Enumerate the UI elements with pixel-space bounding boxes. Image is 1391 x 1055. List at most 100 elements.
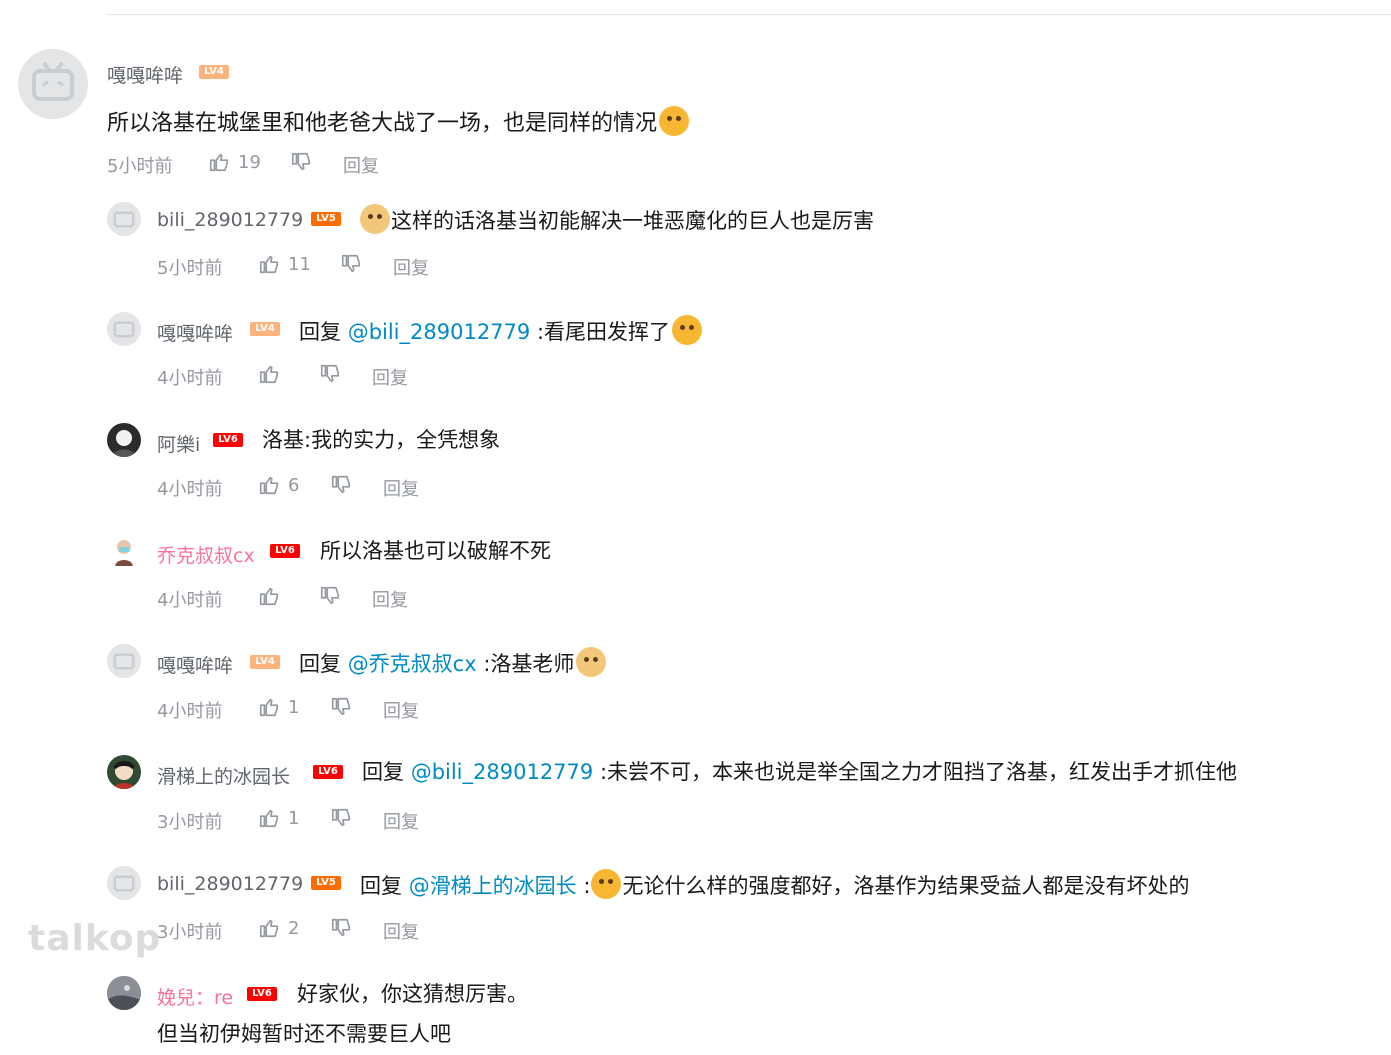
username[interactable]: 滑梯上的冰园长 (157, 762, 290, 789)
tv-icon (113, 653, 135, 670)
username[interactable]: bili_289012779 (157, 873, 303, 895)
reply-button[interactable]: 回复 (383, 808, 419, 834)
avatar-default-tv[interactable] (107, 312, 141, 346)
tv-icon (113, 321, 135, 338)
like-icon[interactable] (208, 151, 230, 173)
reply-text: 好家伙，你这猜想厉害。 (297, 980, 528, 1008)
user-photo-icon (107, 976, 141, 1010)
mention-link[interactable]: @bili_289012779 (411, 760, 594, 784)
like-count: 1 (288, 808, 300, 829)
dislike-icon[interactable] (330, 807, 352, 829)
mention-sep: : (576, 874, 591, 898)
reply-text-line2: 但当初伊姆暂时还不需要巨人吧 (157, 1022, 451, 1046)
level-badge: LV6 (247, 987, 277, 1001)
username[interactable]: 娩兒：re (157, 983, 233, 1010)
timestamp: 5小时前 (107, 156, 173, 177)
dislike-icon[interactable] (319, 363, 341, 385)
user-photo-icon (113, 761, 135, 789)
like-icon[interactable] (258, 474, 280, 496)
reply-body: 看尾田发挥了 (544, 320, 671, 344)
emoji-icon (591, 869, 622, 899)
dislike-icon[interactable] (340, 253, 362, 275)
tv-icon (32, 61, 74, 101)
avatar-user[interactable] (107, 534, 141, 568)
reply-text: 回复 @bili_289012779 :未尝不可，本来也说是举全国之力才阻挡了洛… (362, 758, 1237, 786)
reply-text: 这样的话洛基当初能解决一堆恶魔化的巨人也是厉害 (360, 204, 874, 235)
avatar-default-tv[interactable] (107, 202, 141, 236)
reply-body: 未尝不可，本来也说是举全国之力才阻挡了洛基，红发出手才抓住他 (607, 760, 1238, 784)
level-badge: LV6 (213, 433, 243, 447)
level-badge: LV4 (250, 655, 280, 669)
timestamp: 4小时前 (157, 701, 223, 722)
reply-body: 洛基:我的实力，全凭想象 (262, 428, 501, 452)
reply-text: 所以洛基也可以破解不死 (320, 537, 551, 565)
divider (106, 14, 1391, 15)
reply-button[interactable]: 回复 (383, 918, 419, 944)
username[interactable]: 嘎嘎哞哞 (107, 61, 183, 88)
dislike-icon[interactable] (330, 696, 352, 718)
reply-body: 无论什么样的强度都好，洛基作为结果受益人都是没有坏处的 (622, 874, 1190, 898)
like-count: 1 (288, 697, 300, 718)
watermark: talkop (28, 918, 162, 959)
reply-text: 洛基:我的实力，全凭想象 (262, 426, 500, 454)
reply-prefix: 回复 (299, 652, 348, 676)
reply-button[interactable]: 回复 (343, 152, 379, 178)
mention-link[interactable]: @乔克叔叔cx (348, 652, 477, 676)
username[interactable]: 嘎嘎哞哞 (157, 319, 233, 346)
level-badge: LV4 (250, 322, 280, 336)
like-count: 11 (288, 254, 311, 275)
tv-icon (113, 211, 135, 228)
reply-button[interactable]: 回复 (383, 475, 419, 501)
reply-button[interactable]: 回复 (383, 697, 419, 723)
timestamp: 4小时前 (157, 368, 223, 389)
avatar-user[interactable] (107, 976, 141, 1010)
emoji-icon (659, 106, 690, 136)
doge-emoji-icon (360, 204, 390, 234)
dislike-icon[interactable] (330, 474, 352, 496)
user-photo-icon (115, 540, 133, 566)
avatar-default-tv[interactable] (18, 49, 88, 119)
username[interactable]: 阿樂i (157, 430, 200, 457)
level-badge: LV4 (199, 65, 229, 79)
level-badge: LV6 (313, 765, 343, 779)
tv-icon (113, 875, 135, 892)
avatar-user[interactable] (107, 423, 141, 457)
dislike-icon[interactable] (330, 917, 352, 939)
like-icon[interactable] (258, 807, 280, 829)
avatar-default-tv[interactable] (107, 866, 141, 900)
doge-emoji-icon (576, 647, 607, 677)
like-count: 6 (288, 475, 300, 496)
comment-text: 所以洛基在城堡里和他老爸大战了一场，也是同样的情况 (107, 106, 690, 138)
comment-body: 所以洛基在城堡里和他老爸大战了一场，也是同样的情况 (107, 111, 658, 136)
dislike-icon[interactable] (290, 151, 312, 173)
reply-button[interactable]: 回复 (372, 586, 408, 612)
avatar-user[interactable] (107, 755, 141, 789)
reply-button[interactable]: 回复 (393, 254, 429, 280)
username[interactable]: bili_289012779 (157, 209, 303, 231)
reply-text: 回复 @乔克叔叔cx :洛基老师 (299, 647, 607, 678)
user-photo-icon (112, 430, 136, 457)
timestamp: 3小时前 (157, 812, 223, 833)
avatar-default-tv[interactable] (107, 644, 141, 678)
mention-link[interactable]: @bili_289012779 (348, 320, 531, 344)
like-icon[interactable] (258, 253, 280, 275)
reply-body: 所以洛基也可以破解不死 (320, 539, 551, 563)
mention-link[interactable]: @滑梯上的冰园长 (409, 874, 577, 898)
like-count: 2 (288, 918, 300, 939)
username[interactable]: 乔克叔叔cx (157, 541, 255, 568)
mention-sep: : (530, 320, 545, 344)
like-icon[interactable] (258, 696, 280, 718)
level-badge: LV5 (311, 212, 341, 226)
username[interactable]: 嘎嘎哞哞 (157, 651, 233, 678)
reply-button[interactable]: 回复 (372, 364, 408, 390)
timestamp: 5小时前 (157, 258, 223, 279)
mention-sep: : (593, 760, 608, 784)
level-badge: LV5 (311, 876, 341, 890)
reply-text: 回复 @滑梯上的冰园长 : 无论什么样的强度都好，洛基作为结果受益人都是没有坏处的 (360, 869, 1189, 900)
like-icon[interactable] (258, 585, 280, 607)
reply-prefix: 回复 (360, 874, 409, 898)
like-icon[interactable] (258, 363, 280, 385)
reply-prefix: 回复 (299, 320, 348, 344)
like-icon[interactable] (258, 917, 280, 939)
dislike-icon[interactable] (319, 585, 341, 607)
